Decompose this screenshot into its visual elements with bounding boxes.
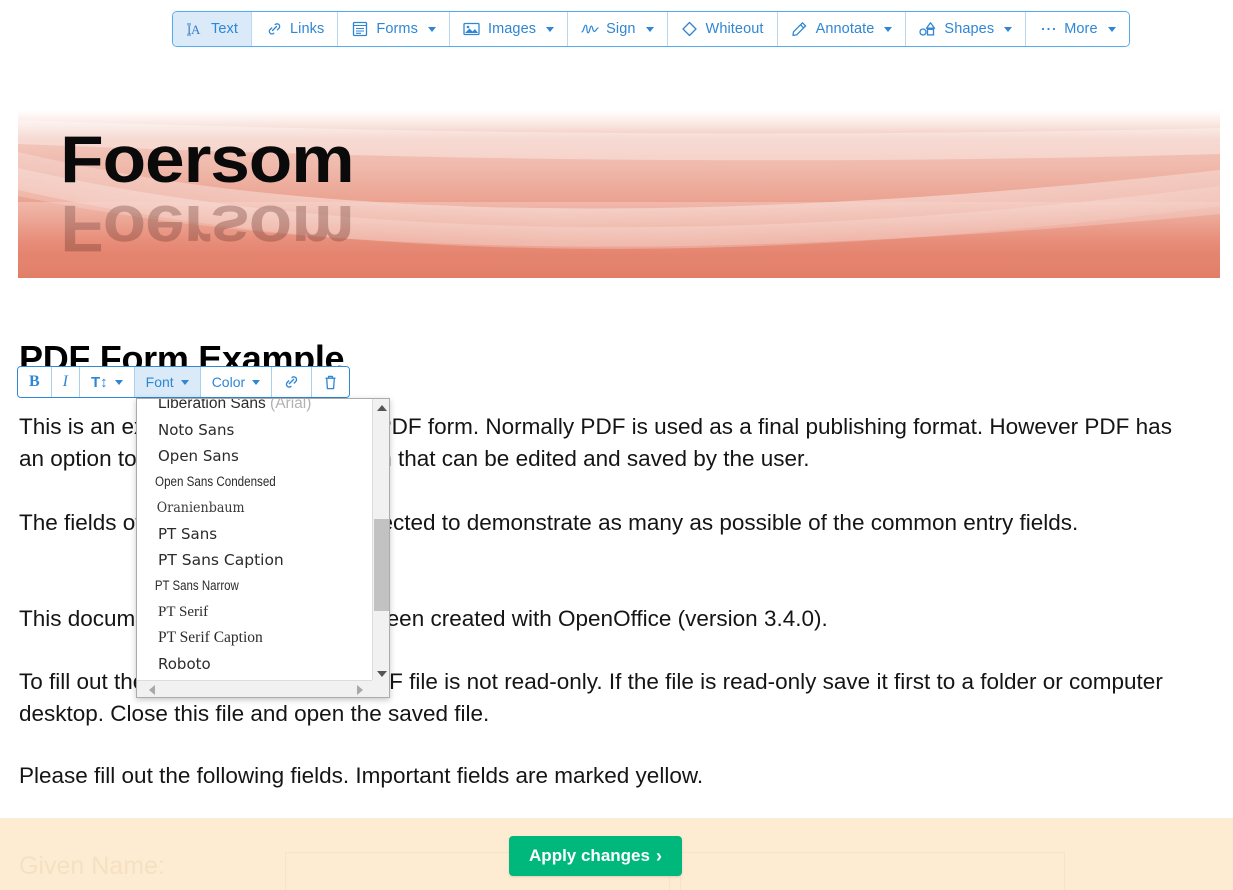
triangle-down-icon (376, 670, 387, 677)
font-option-pt-sans-narrow[interactable]: PT Sans Narrow (137, 573, 338, 599)
triangle-left-icon (148, 684, 155, 695)
chevron-down-icon (180, 379, 189, 385)
font-option-name: Liberation Sans (158, 399, 266, 412)
highlighter-icon (791, 21, 809, 38)
chevron-down-icon (114, 379, 123, 385)
chevron-down-icon (252, 379, 261, 385)
app-root: I A Text Links Forms Images Sign Whiteou… (0, 0, 1233, 890)
toolbar-item-sign[interactable]: Sign (568, 12, 668, 46)
toolbar-item-shapes[interactable]: Shapes (906, 12, 1027, 46)
toolbar-item-links[interactable]: Links (252, 12, 339, 46)
trash-icon (323, 374, 338, 391)
font-option-liberation-sans[interactable]: Liberation Sans (Arial) (137, 399, 373, 417)
apply-changes-button[interactable]: Apply changes › (509, 836, 682, 876)
font-list-horizontal-scrollbar[interactable] (137, 680, 374, 697)
family-name-input[interactable] (680, 852, 1065, 890)
toolbar-item-forms[interactable]: Forms (338, 12, 450, 46)
font-option-open-sans-condensed[interactable]: Open Sans Condensed (137, 469, 340, 495)
document-paragraph: Please fill out the following fields. Im… (19, 763, 704, 788)
font-option-pt-sans[interactable]: PT Sans (137, 521, 373, 547)
font-option-open-sans[interactable]: Open Sans (137, 443, 373, 469)
chevron-down-icon (645, 26, 654, 32)
font-option-list: Liberation Sans (Arial) Noto Sans Open S… (137, 399, 373, 682)
scrollbar-corner (372, 680, 389, 697)
font-option-pt-serif[interactable]: PT Serif (137, 599, 373, 625)
italic-button[interactable]: I (51, 367, 80, 397)
font-option-alias: (Arial) (270, 399, 312, 412)
eraser-icon (681, 21, 699, 38)
form-icon (351, 21, 369, 38)
scroll-up-button[interactable] (373, 399, 389, 416)
toolbar-item-text[interactable]: I A Text (173, 12, 252, 46)
apply-changes-label: Apply changes (529, 846, 650, 865)
toolbar-item-whiteout[interactable]: Whiteout (667, 12, 778, 46)
font-list-vertical-scrollbar[interactable] (372, 399, 389, 682)
insert-link-button[interactable] (272, 367, 313, 397)
font-family-button[interactable]: Font (134, 367, 201, 397)
chevron-down-icon (427, 26, 436, 32)
chevron-down-icon (1107, 26, 1116, 32)
signature-icon (581, 21, 599, 38)
toolbar-item-label: Whiteout (705, 21, 764, 37)
chevron-down-icon (546, 26, 555, 32)
image-icon (463, 21, 481, 38)
font-option-pt-sans-caption[interactable]: PT Sans Caption (137, 547, 373, 573)
toolbar-item-more[interactable]: More (1026, 12, 1129, 46)
toolbar-item-label: Images (487, 21, 537, 37)
font-option-pt-serif-caption[interactable]: PT Serif Caption (137, 625, 373, 651)
triangle-right-icon (356, 684, 363, 695)
link-icon (283, 374, 300, 390)
toolbar-item-label: Text (211, 21, 238, 37)
toolbar-item-annotate[interactable]: Annotate (777, 12, 907, 46)
main-toolbar: I A Text Links Forms Images Sign Whiteou… (172, 11, 1130, 47)
font-option-noto-sans[interactable]: Noto Sans (137, 417, 373, 443)
toolbar-item-images[interactable]: Images (449, 12, 569, 46)
bold-button[interactable]: B (18, 367, 52, 397)
scroll-right-button[interactable] (351, 681, 368, 697)
font-color-button[interactable]: Color (200, 367, 273, 397)
toolbar-item-label: Forms (376, 21, 418, 37)
toolbar-item-label: Links (290, 21, 325, 37)
given-name-label: Given Name: (19, 852, 165, 880)
vertical-scroll-thumb[interactable] (374, 519, 389, 611)
scroll-left-button[interactable] (143, 681, 160, 697)
toolbar-item-label: Annotate (815, 21, 875, 37)
font-option-oranienbaum[interactable]: Oranienbaum (137, 495, 359, 521)
chevron-right-icon: › (655, 846, 662, 866)
triangle-up-icon (376, 404, 387, 411)
font-color-label: Color (211, 374, 246, 390)
svg-text:A: A (191, 22, 201, 37)
text-format-toolbar: B I T↕ Font Color (17, 366, 351, 398)
text-format-icon: I A (186, 21, 204, 38)
shapes-icon (919, 21, 937, 38)
document-banner-image: Foersom Foersom (18, 110, 1220, 278)
chevron-down-icon (884, 26, 893, 32)
chevron-down-icon (1004, 26, 1013, 32)
font-dropdown-menu: Liberation Sans (Arial) Noto Sans Open S… (136, 398, 390, 698)
toolbar-item-label: Shapes (944, 21, 995, 37)
svg-text:Foersom: Foersom (60, 122, 353, 196)
toolbar-item-label: More (1064, 21, 1098, 37)
ellipsis-icon (1039, 21, 1057, 38)
font-option-roboto[interactable]: Roboto (137, 651, 373, 677)
toolbar-item-label: Sign (606, 21, 636, 37)
link-icon (265, 21, 283, 38)
font-size-button[interactable]: T↕ (80, 367, 135, 397)
font-size-label: T↕ (91, 373, 108, 391)
delete-button[interactable] (312, 367, 350, 397)
font-family-label: Font (145, 374, 174, 390)
